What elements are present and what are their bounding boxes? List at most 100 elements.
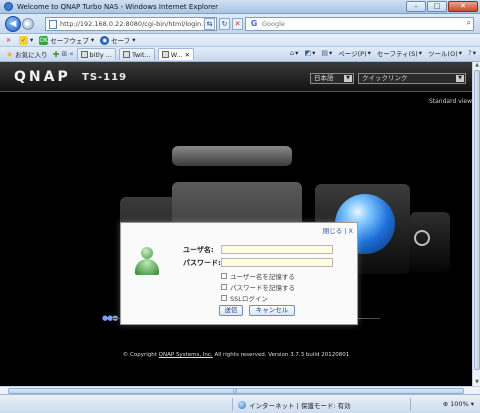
search-field[interactable]: G Google ⌕ <box>245 17 474 31</box>
submit-button[interactable]: 送信 <box>219 305 243 316</box>
language-select[interactable]: 日本語 ▼ <box>310 73 354 84</box>
url-text: http://192.168.0.22:8080/cgi-bin/html/lo… <box>60 20 208 28</box>
security-zone[interactable]: インターネット | 保護モード: 有効 <box>238 400 351 410</box>
tab-label: Twit... <box>131 50 151 59</box>
magnifier-icon <box>414 230 430 246</box>
page-content: QNAP TS-119 日本語 ▼ クイックリンク ▼ Standard vie… <box>0 62 472 386</box>
window-title: Welcome to QNAP Turbo NAS - Windows Inte… <box>17 2 219 11</box>
ssl-login-checkbox[interactable]: SSLログイン <box>221 293 268 303</box>
window-controls: – □ ✕ <box>406 1 478 12</box>
vertical-scroll-thumb[interactable] <box>474 70 480 370</box>
check-button[interactable]: ✓ ▾ <box>19 35 34 45</box>
dropdown-arrow-icon: ▾ <box>470 400 474 408</box>
checkbox-box[interactable] <box>221 284 227 290</box>
safeweb-label: セーフウェブ <box>50 37 89 45</box>
help-button[interactable]: ? ▾ <box>468 49 476 57</box>
maximize-button[interactable]: □ <box>427 1 447 12</box>
forward-button[interactable]: ▶ <box>22 18 34 30</box>
compat-view-button[interactable]: ⇆ <box>204 18 215 30</box>
standard-view-link[interactable]: Standard view <box>429 98 472 105</box>
password-field[interactable] <box>221 258 333 267</box>
feeds-button[interactable]: ◩ ▾ <box>304 49 315 57</box>
help-icon: ? <box>468 49 472 57</box>
password-label: パスワード: <box>183 259 221 267</box>
close-toolbar-button[interactable]: ✕ <box>4 36 13 45</box>
user-icon <box>135 247 159 275</box>
page-menu[interactable]: ページ(P) ▾ <box>338 48 371 58</box>
remember-user-label: ユーザー名を記憶する <box>230 273 295 281</box>
remember-user-checkbox[interactable]: ユーザー名を記憶する <box>221 271 295 281</box>
eye-icon: ◉ <box>100 35 110 45</box>
close-icon: ✕ <box>5 36 12 44</box>
safety-menu[interactable]: セーフティ(S) ▾ <box>377 48 422 58</box>
dropdown-arrow-icon: ▾ <box>132 36 136 44</box>
copyright-text: © Copyright QNAP Systems, Inc. All right… <box>0 352 472 358</box>
safety-menu-label: セーフティ(S) <box>376 50 418 58</box>
add-favorite-icon[interactable]: ✚ <box>53 50 60 59</box>
ie-logo-icon <box>4 2 13 11</box>
tools-menu[interactable]: ツール(O) ▾ <box>428 48 462 58</box>
close-window-button[interactable]: ✕ <box>448 1 478 12</box>
tab-list-icon[interactable]: « <box>69 50 73 58</box>
close-dialog-button[interactable]: 閉じる | X <box>323 225 353 235</box>
window-title-bar: Welcome to QNAP Turbo NAS - Windows Inte… <box>0 0 480 14</box>
dropdown-arrow-icon: ▾ <box>30 36 34 44</box>
remember-password-label: パスワードを記憶する <box>230 284 295 292</box>
ssl-login-label: SSLログイン <box>230 295 268 303</box>
back-button[interactable]: ◀ <box>5 16 21 32</box>
tab-bitly[interactable]: bitly ... <box>76 48 116 60</box>
home-button[interactable]: ⌂ ▾ <box>290 49 299 57</box>
tab-twitter[interactable]: Twit... <box>118 48 155 60</box>
username-field[interactable] <box>221 245 333 254</box>
print-button[interactable]: ▤ ▾ <box>321 49 332 57</box>
quick-tabs-icon[interactable]: ⊞ <box>61 50 67 58</box>
scroll-down-icon[interactable]: ▼ <box>473 379 480 386</box>
google-icon: G <box>250 19 258 28</box>
search-icon[interactable]: ⌕ <box>467 18 471 28</box>
horizontal-scrollbar[interactable]: ||| <box>0 386 480 394</box>
scroll-up-icon[interactable]: ▲ <box>473 62 480 69</box>
language-value: 日本語 <box>314 74 334 82</box>
tab-label: W... <box>170 50 183 59</box>
checkbox-box[interactable] <box>221 273 227 279</box>
check-icon: ✓ <box>19 35 28 45</box>
model-name: TS-119 <box>82 72 128 83</box>
address-bar: ◀ ▶ http://192.168.0.22:8080/cgi-bin/htm… <box>0 14 480 34</box>
checkbox-box[interactable] <box>221 295 227 301</box>
app-card-top[interactable] <box>172 146 292 166</box>
login-dialog: 閉じる | X ユーザ名: パスワード: ユーザー名を記憶する パスワードを記憶… <box>120 222 358 325</box>
zoom-level: 100% <box>450 400 469 408</box>
status-bar: インターネット | 保護モード: 有効 ⊕ 100% ▾ <box>0 394 480 413</box>
tab-close-icon[interactable]: ✕ <box>185 51 190 59</box>
username-label: ユーザ名: <box>183 246 214 254</box>
links-toolbar: ✕ ✓ ▾ OK セーフウェブ ▾ ◉ セーフ ▾ <box>0 34 480 47</box>
remember-password-checkbox[interactable]: パスワードを記憶する <box>221 282 295 292</box>
home-icon: ⌂ <box>289 49 295 57</box>
safeweb-button[interactable]: OK セーフウェブ ▾ <box>39 35 94 45</box>
minimize-button[interactable]: – <box>406 1 426 12</box>
quicklink-select[interactable]: クイックリンク ▼ <box>358 73 466 84</box>
tab-favicon-icon <box>80 51 88 58</box>
rss-icon: ◩ <box>304 49 312 57</box>
cancel-button[interactable]: キャンセル <box>249 305 295 316</box>
zoom-control[interactable]: ⊕ 100% ▾ <box>443 400 474 408</box>
quicklink-value: クイックリンク <box>362 74 408 82</box>
command-bar: ⌂ ▾ ◩ ▾ ▤ ▾ ページ(P) ▾ セーフティ(S) ▾ ツール(O) ▾ ? ▾ <box>290 48 476 58</box>
tabs-bar: ★ お気に入り ✚ ⊞ « bitly ... Twit... W... ✕ ⌂ ▾… <box>0 47 480 62</box>
url-field[interactable]: http://192.168.0.22:8080/cgi-bin/html/lo… <box>45 17 217 31</box>
dropdown-arrow-icon: ▾ <box>90 36 95 44</box>
safe-label: セーフ <box>111 37 131 45</box>
ok-icon: OK <box>39 35 49 45</box>
internet-zone-icon <box>238 401 246 409</box>
stop-button[interactable]: ✕ <box>232 18 243 30</box>
chevron-down-icon: ▼ <box>344 75 352 82</box>
vertical-scrollbar[interactable]: ▲ ▼ <box>472 62 480 386</box>
search-placeholder: Google <box>262 20 285 28</box>
zone-label: インターネット | 保護モード: 有効 <box>249 402 351 410</box>
star-icon: ★ <box>6 49 14 59</box>
tab-qnap[interactable]: W... ✕ <box>157 48 195 60</box>
safe-button[interactable]: ◉ セーフ ▾ <box>100 35 136 45</box>
refresh-button[interactable]: ↻ <box>219 18 230 30</box>
favorites-button[interactable]: ★ お気に入り <box>3 49 51 60</box>
qnap-systems-link[interactable]: QNAP Systems, Inc. <box>159 352 213 358</box>
